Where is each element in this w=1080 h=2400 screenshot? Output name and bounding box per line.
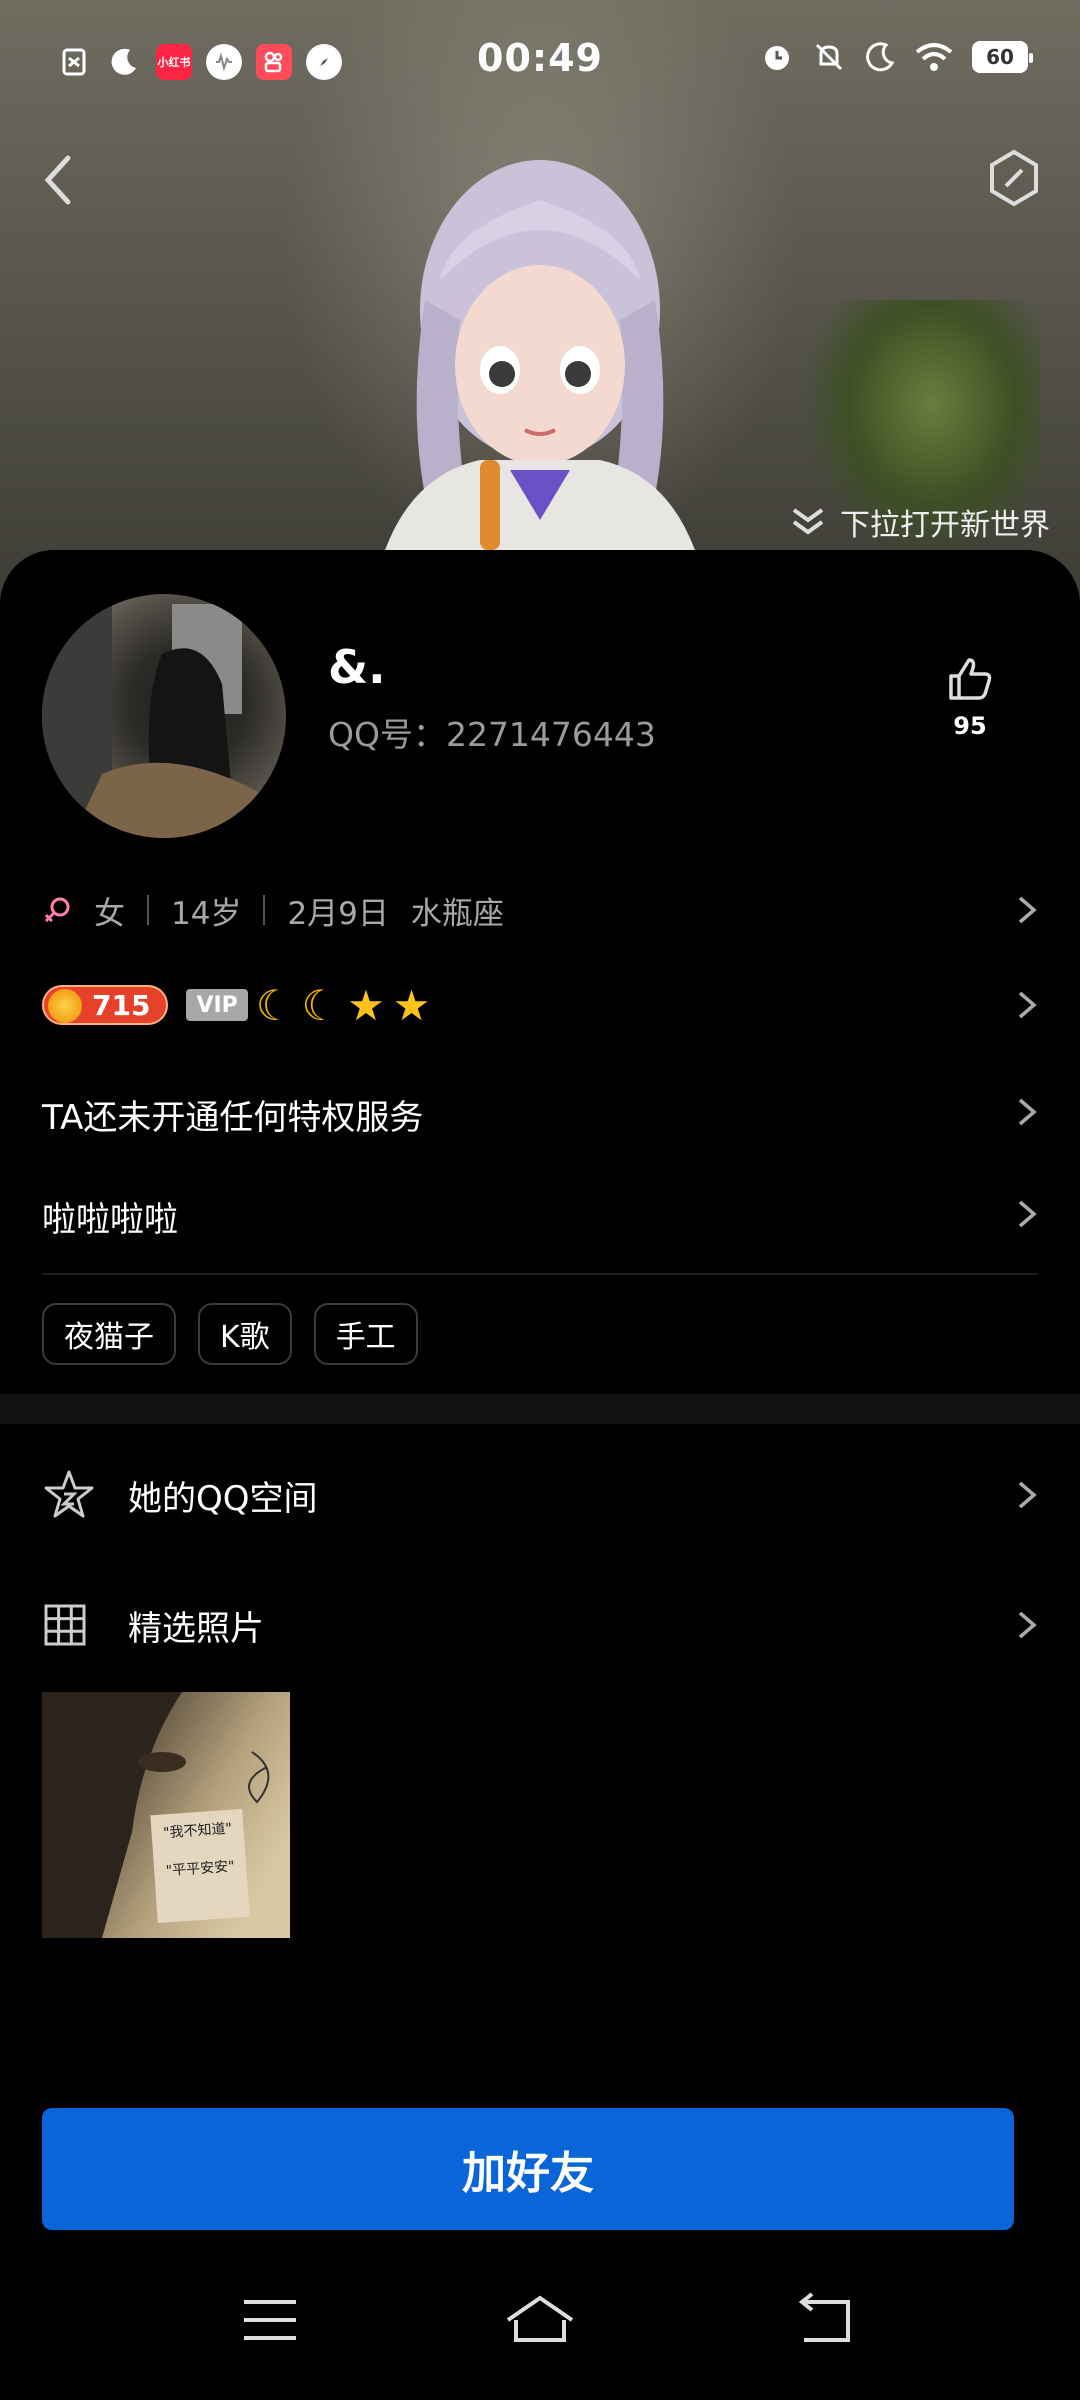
featured-photo-thumbnail[interactable]: "我不知道" "平平安安" — [42, 1692, 290, 1938]
profile-card: &. QQ号：2271476443 95 女 14岁 2月9日 水瓶座 715 … — [0, 550, 1080, 2400]
signature-row[interactable]: 啦啦啦啦 — [42, 1192, 1038, 1241]
handwritten-note: "我不知道" "平平安安" — [150, 1808, 250, 1924]
chevron-right-icon — [1018, 896, 1037, 924]
mute-icon — [815, 43, 843, 71]
age: 14岁 — [171, 895, 242, 932]
divider — [263, 895, 266, 925]
chevron-right-icon — [1018, 1098, 1037, 1126]
battery-icon: 60 — [972, 41, 1033, 73]
pull-hint-label: 下拉打开新世界 — [840, 508, 1050, 543]
qzone-label: 她的QQ空间 — [128, 1478, 318, 1519]
alarm-icon — [765, 46, 789, 70]
star-level-icon: ★ — [392, 980, 431, 1030]
vip-badge: VIP — [186, 989, 248, 1021]
status-bar: 小红书 00:49 60 — [0, 0, 1080, 124]
dnd-moon-icon — [866, 42, 895, 72]
avatar[interactable] — [42, 594, 286, 838]
profile-cover[interactable]: 小红书 00:49 60 下拉打开新世界 — [0, 0, 1080, 600]
grid-icon — [44, 1604, 86, 1646]
photos-label: 精选照片 — [128, 1608, 264, 1649]
sun-coin-icon — [48, 989, 82, 1023]
chevron-right-icon — [1018, 1611, 1037, 1639]
add-friend-button[interactable]: 加好友 — [42, 2108, 1014, 2230]
birthday: 2月9日 — [287, 895, 389, 932]
chevron-right-icon — [1018, 991, 1037, 1019]
level-row[interactable]: 715 VIP ☾ ☾ ★ ★ — [42, 975, 1038, 1035]
home-icon[interactable] — [500, 2280, 580, 2360]
pull-down-hint[interactable]: 下拉打开新世界 — [790, 500, 1050, 544]
signature-text: 啦啦啦啦 — [42, 1200, 178, 1240]
note-line: "我不知道" — [162, 1820, 233, 1842]
system-nav-bar — [0, 2280, 1080, 2400]
level-value: 715 — [92, 988, 151, 1022]
qzone-star-icon — [44, 1470, 94, 1518]
note-line: "平平安安" — [165, 1858, 236, 1880]
back-icon[interactable] — [784, 2280, 864, 2360]
qq-number: QQ号：2271476443 — [328, 715, 656, 754]
divider — [147, 895, 149, 925]
female-symbol-icon — [44, 897, 70, 923]
chevron-right-icon — [1018, 1200, 1037, 1228]
tag-item[interactable]: K歌 — [198, 1303, 292, 1365]
menu-icon[interactable] — [230, 2280, 310, 2360]
interest-tags: 夜猫子 K歌 手工 — [42, 1303, 418, 1365]
tag-item[interactable]: 夜猫子 — [42, 1303, 176, 1365]
settings-hexagon-icon[interactable] — [984, 148, 1044, 208]
privilege-text: TA还未开通任何特权服务 — [42, 1098, 424, 1138]
gender: 女 — [94, 895, 125, 932]
featured-photos-row[interactable]: 精选照片 — [42, 1590, 1038, 1660]
section-gap — [0, 1394, 1080, 1424]
thumbs-up-icon — [949, 658, 992, 700]
qzone-row[interactable]: 她的QQ空间 — [42, 1460, 1038, 1530]
nickname: &. — [328, 640, 386, 694]
section-divider — [42, 1273, 1038, 1275]
wifi-icon — [915, 43, 953, 71]
like-button[interactable]: 95 — [940, 654, 1000, 740]
3d-avatar-image — [371, 160, 709, 600]
moon-level-icon: ☾ — [255, 980, 294, 1030]
back-chevron-icon[interactable] — [36, 150, 80, 210]
zodiac: 水瓶座 — [410, 895, 504, 932]
moon-level-icon: ☾ — [301, 980, 340, 1030]
like-count: 95 — [953, 712, 987, 740]
tag-item[interactable]: 手工 — [313, 1303, 418, 1365]
star-level-icon: ★ — [347, 980, 385, 1030]
privilege-row[interactable]: TA还未开通任何特权服务 — [42, 1090, 1038, 1139]
double-chevron-down-icon — [792, 508, 824, 535]
level-badge: 715 — [42, 985, 169, 1025]
chevron-right-icon — [1018, 1481, 1037, 1509]
basic-info-row[interactable]: 女 14岁 2月9日 水瓶座 — [42, 880, 1038, 940]
